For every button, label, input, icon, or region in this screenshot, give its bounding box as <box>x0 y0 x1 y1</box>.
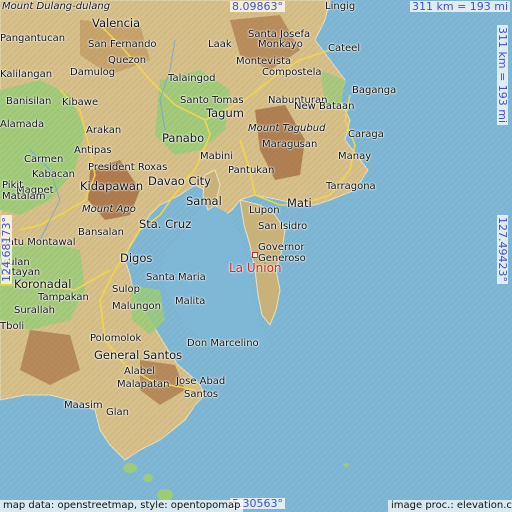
place-label: New Bataan <box>294 101 355 112</box>
place-label: Kabacan <box>32 169 75 180</box>
place-label: Malungon <box>112 301 162 312</box>
place-label: Kidapawan <box>80 179 144 193</box>
place-label: Kalilangan <box>0 69 53 80</box>
scale-vertical: 311 km = 193 mi <box>496 25 509 126</box>
place-label: Governor <box>258 242 305 253</box>
place-label: Alamada <box>0 119 45 130</box>
place-label: Surallah <box>14 305 55 316</box>
scale-horizontal: 311 km = 193 mi <box>410 0 511 13</box>
place-label: Carmen <box>24 154 64 165</box>
place-label: Santa Maria <box>146 272 206 283</box>
place-label: La Union <box>229 261 282 275</box>
place-label: Polomolok <box>90 333 142 344</box>
place-label: Lupon <box>249 205 280 216</box>
place-label: Davao City <box>148 174 211 188</box>
place-label: Manay <box>338 151 372 162</box>
place-label: Caraga <box>348 129 384 140</box>
coord-top: 8.09863° <box>230 0 285 13</box>
place-label: Koronadal <box>14 277 72 291</box>
place-label: Arakan <box>86 125 122 136</box>
place-label: Jose Abad <box>176 376 226 387</box>
map-credit: map data: openstreetmap, style: opentopo… <box>0 500 244 512</box>
place-label: Mati <box>287 196 312 210</box>
place-label: Matalam <box>2 191 46 202</box>
place-label: Antipas <box>74 145 112 156</box>
place-label: Monkayo <box>258 39 303 50</box>
place-label: Tampakan <box>38 292 89 303</box>
place-label: Lingig <box>325 1 356 12</box>
place-label: Kibawe <box>62 97 99 108</box>
place-label: Santo Tomas <box>180 95 244 106</box>
place-label: Pangantucan <box>0 33 66 44</box>
place-label: Don Marcelino <box>187 338 259 349</box>
place-label: Pantukan <box>228 165 275 176</box>
place-label: Valencia <box>92 16 141 30</box>
place-label: Baganga <box>352 85 397 96</box>
place-label: Compostela <box>262 67 322 78</box>
place-label: General Santos <box>94 348 183 362</box>
place-label: Tagum <box>206 106 244 120</box>
place-label: Quezon <box>108 55 147 66</box>
place-label: Bansalan <box>78 227 124 238</box>
place-label: Mount Apo <box>82 204 136 215</box>
place-label: Samal <box>186 194 222 208</box>
place-label: Maasim <box>64 400 103 411</box>
coord-right: 127.49423° <box>496 215 509 284</box>
place-label: Tarragona <box>326 181 376 192</box>
place-label: Alabel <box>124 366 156 377</box>
place-label: Sta. Cruz <box>139 217 192 231</box>
coord-left: 124.68173° <box>0 215 13 284</box>
place-label: Sulop <box>112 284 140 295</box>
place-label: Montevista <box>236 56 292 67</box>
place-label: Tboli <box>0 321 25 332</box>
place-label: President Roxas <box>88 162 168 173</box>
place-label: Mount Dulang-dulang <box>2 1 111 12</box>
image-credit: image proc.: elevation.city <box>388 500 512 512</box>
place-label: Digos <box>120 251 153 265</box>
place-label: Cateel <box>328 43 361 54</box>
place-label: Santos <box>184 389 219 400</box>
place-label: Malapatan <box>117 379 170 390</box>
place-label: Damulog <box>70 67 116 78</box>
place-label: Glan <box>106 407 129 418</box>
place-label: Mabini <box>200 151 233 162</box>
place-label: San Isidro <box>258 221 308 232</box>
place-label: Pikit <box>2 180 24 191</box>
place-label: Laak <box>208 39 232 50</box>
place-label: Talaingod <box>168 73 216 84</box>
place-label: Banisilan <box>6 96 52 107</box>
place-label: Mount Tagubud <box>248 123 326 134</box>
place-label: Panabo <box>162 131 205 145</box>
place-label: Maragusan <box>262 139 318 150</box>
map-canvas[interactable]: Mount Dulang-dulang Valencia Lingig Pangant… <box>0 0 512 512</box>
place-label: San Fernando <box>88 39 157 50</box>
place-label: Malita <box>175 296 206 307</box>
